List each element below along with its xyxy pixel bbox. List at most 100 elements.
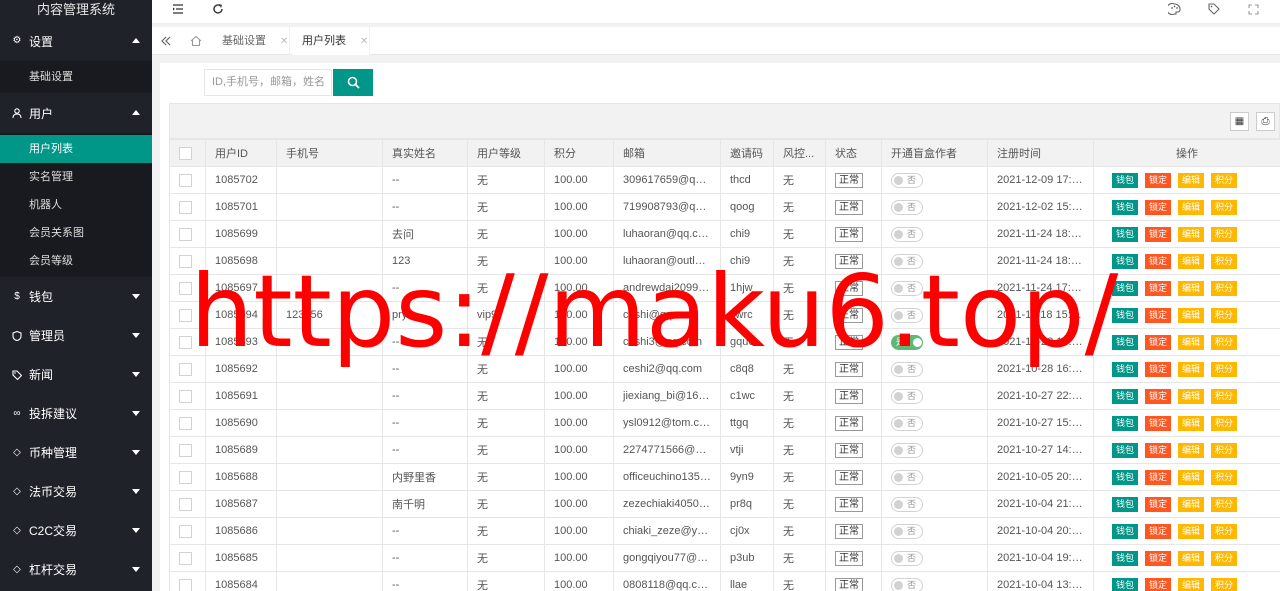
- wallet-button[interactable]: 钱包: [1112, 253, 1139, 269]
- author-toggle[interactable]: 否: [891, 307, 923, 323]
- author-toggle[interactable]: 否: [891, 388, 923, 404]
- author-toggle[interactable]: 否: [891, 469, 923, 485]
- points-button[interactable]: 积分: [1211, 496, 1238, 512]
- row-checkbox[interactable]: [179, 443, 192, 457]
- edit-button[interactable]: 编辑: [1178, 199, 1205, 215]
- close-icon[interactable]: ✕: [280, 36, 288, 47]
- lock-button[interactable]: 锁定: [1145, 280, 1172, 296]
- lock-button[interactable]: 锁定: [1145, 415, 1172, 431]
- lock-button[interactable]: 锁定: [1145, 334, 1172, 350]
- menu-collapse-icon[interactable]: [172, 3, 184, 18]
- lock-button[interactable]: 锁定: [1145, 172, 1172, 188]
- edit-button[interactable]: 编辑: [1178, 442, 1205, 458]
- author-toggle[interactable]: 否: [891, 361, 923, 377]
- wallet-button[interactable]: 钱包: [1112, 226, 1139, 242]
- row-checkbox[interactable]: [179, 281, 192, 295]
- points-button[interactable]: 积分: [1211, 172, 1238, 188]
- edit-button[interactable]: 编辑: [1178, 523, 1205, 539]
- lock-button[interactable]: 锁定: [1145, 307, 1172, 323]
- author-toggle[interactable]: 否: [891, 577, 923, 591]
- row-checkbox[interactable]: [179, 173, 192, 187]
- sidebar-item-suggestions[interactable]: ∞ 投拆建议: [0, 394, 152, 433]
- column-header[interactable]: 用户等级: [467, 139, 545, 167]
- lock-button[interactable]: 锁定: [1145, 550, 1172, 566]
- lock-button[interactable]: 锁定: [1145, 361, 1172, 377]
- lock-button[interactable]: 锁定: [1145, 199, 1172, 215]
- sidebar-item-user-list[interactable]: 用户列表: [0, 135, 152, 163]
- author-toggle[interactable]: 否: [891, 199, 923, 215]
- search-button[interactable]: [333, 69, 373, 96]
- column-header[interactable]: 邀请码: [720, 139, 774, 167]
- row-checkbox[interactable]: [179, 254, 192, 268]
- column-header[interactable]: 真实姓名: [382, 139, 468, 167]
- column-header[interactable]: 风控...: [773, 139, 826, 167]
- author-toggle[interactable]: 否: [891, 415, 923, 431]
- row-checkbox[interactable]: [179, 227, 192, 241]
- select-all-checkbox[interactable]: [179, 146, 192, 160]
- refresh-icon[interactable]: [212, 3, 224, 18]
- wallet-button[interactable]: 钱包: [1112, 334, 1139, 350]
- author-toggle[interactable]: 否: [891, 172, 923, 188]
- author-toggle[interactable]: 否: [891, 442, 923, 458]
- row-checkbox[interactable]: [179, 362, 192, 376]
- edit-button[interactable]: 编辑: [1178, 496, 1205, 512]
- search-input[interactable]: ID,手机号，邮箱，姓名: [204, 69, 332, 96]
- points-button[interactable]: 积分: [1211, 334, 1238, 350]
- lock-button[interactable]: 锁定: [1145, 442, 1172, 458]
- points-button[interactable]: 积分: [1211, 577, 1238, 591]
- author-toggle[interactable]: 是: [891, 334, 923, 350]
- tab-basic-settings[interactable]: 基础设置 ✕: [212, 27, 290, 55]
- sidebar-item-users[interactable]: 用户: [0, 93, 152, 133]
- column-header[interactable]: 积分: [544, 139, 614, 167]
- tag-icon[interactable]: [1208, 3, 1220, 18]
- double-chevron-left-icon[interactable]: [152, 27, 180, 55]
- edit-button[interactable]: 编辑: [1178, 361, 1205, 377]
- row-checkbox[interactable]: [179, 200, 192, 214]
- lock-button[interactable]: 锁定: [1145, 577, 1172, 591]
- edit-button[interactable]: 编辑: [1178, 307, 1205, 323]
- edit-button[interactable]: 编辑: [1178, 172, 1205, 188]
- edit-button[interactable]: 编辑: [1178, 577, 1205, 591]
- lock-button[interactable]: 锁定: [1145, 496, 1172, 512]
- columns-filter-icon[interactable]: ▦: [1230, 112, 1249, 131]
- edit-button[interactable]: 编辑: [1178, 388, 1205, 404]
- theme-icon[interactable]: [1166, 2, 1181, 18]
- points-button[interactable]: 积分: [1211, 523, 1238, 539]
- column-header[interactable]: 开通盲盒作者: [881, 139, 988, 167]
- lock-button[interactable]: 锁定: [1145, 388, 1172, 404]
- wallet-button[interactable]: 钱包: [1112, 307, 1139, 323]
- author-toggle[interactable]: 否: [891, 550, 923, 566]
- points-button[interactable]: 积分: [1211, 469, 1238, 485]
- wallet-button[interactable]: 钱包: [1112, 172, 1139, 188]
- sidebar-item-admin[interactable]: 管理员: [0, 316, 152, 355]
- edit-button[interactable]: 编辑: [1178, 226, 1205, 242]
- wallet-button[interactable]: 钱包: [1112, 577, 1139, 591]
- sidebar-item-basic-settings[interactable]: 基础设置: [0, 63, 152, 91]
- tab-user-list[interactable]: 用户列表 ✕: [292, 27, 370, 55]
- column-header[interactable]: 邮箱: [613, 139, 721, 167]
- column-header[interactable]: 注册时间: [987, 139, 1094, 167]
- edit-button[interactable]: 编辑: [1178, 469, 1205, 485]
- row-checkbox[interactable]: [179, 524, 192, 538]
- wallet-button[interactable]: 钱包: [1112, 442, 1139, 458]
- wallet-button[interactable]: 钱包: [1112, 415, 1139, 431]
- column-header[interactable]: 状态: [825, 139, 882, 167]
- row-checkbox[interactable]: [179, 308, 192, 322]
- wallet-button[interactable]: 钱包: [1112, 523, 1139, 539]
- sidebar-item-real-name[interactable]: 实名管理: [0, 163, 152, 191]
- sidebar-item-c2c-trade[interactable]: ◇ C2C交易: [0, 511, 152, 550]
- lock-button[interactable]: 锁定: [1145, 469, 1172, 485]
- sidebar-item-leverage-trade[interactable]: ◇ 杠杆交易: [0, 550, 152, 589]
- wallet-button[interactable]: 钱包: [1112, 199, 1139, 215]
- author-toggle[interactable]: 否: [891, 226, 923, 242]
- row-checkbox[interactable]: [179, 497, 192, 511]
- fullscreen-icon[interactable]: [1248, 3, 1259, 18]
- wallet-button[interactable]: 钱包: [1112, 388, 1139, 404]
- points-button[interactable]: 积分: [1211, 415, 1238, 431]
- points-button[interactable]: 积分: [1211, 226, 1238, 242]
- sidebar-item-currency[interactable]: ◇ 币种管理: [0, 433, 152, 472]
- author-toggle[interactable]: 否: [891, 496, 923, 512]
- wallet-button[interactable]: 钱包: [1112, 469, 1139, 485]
- points-button[interactable]: 积分: [1211, 550, 1238, 566]
- wallet-button[interactable]: 钱包: [1112, 280, 1139, 296]
